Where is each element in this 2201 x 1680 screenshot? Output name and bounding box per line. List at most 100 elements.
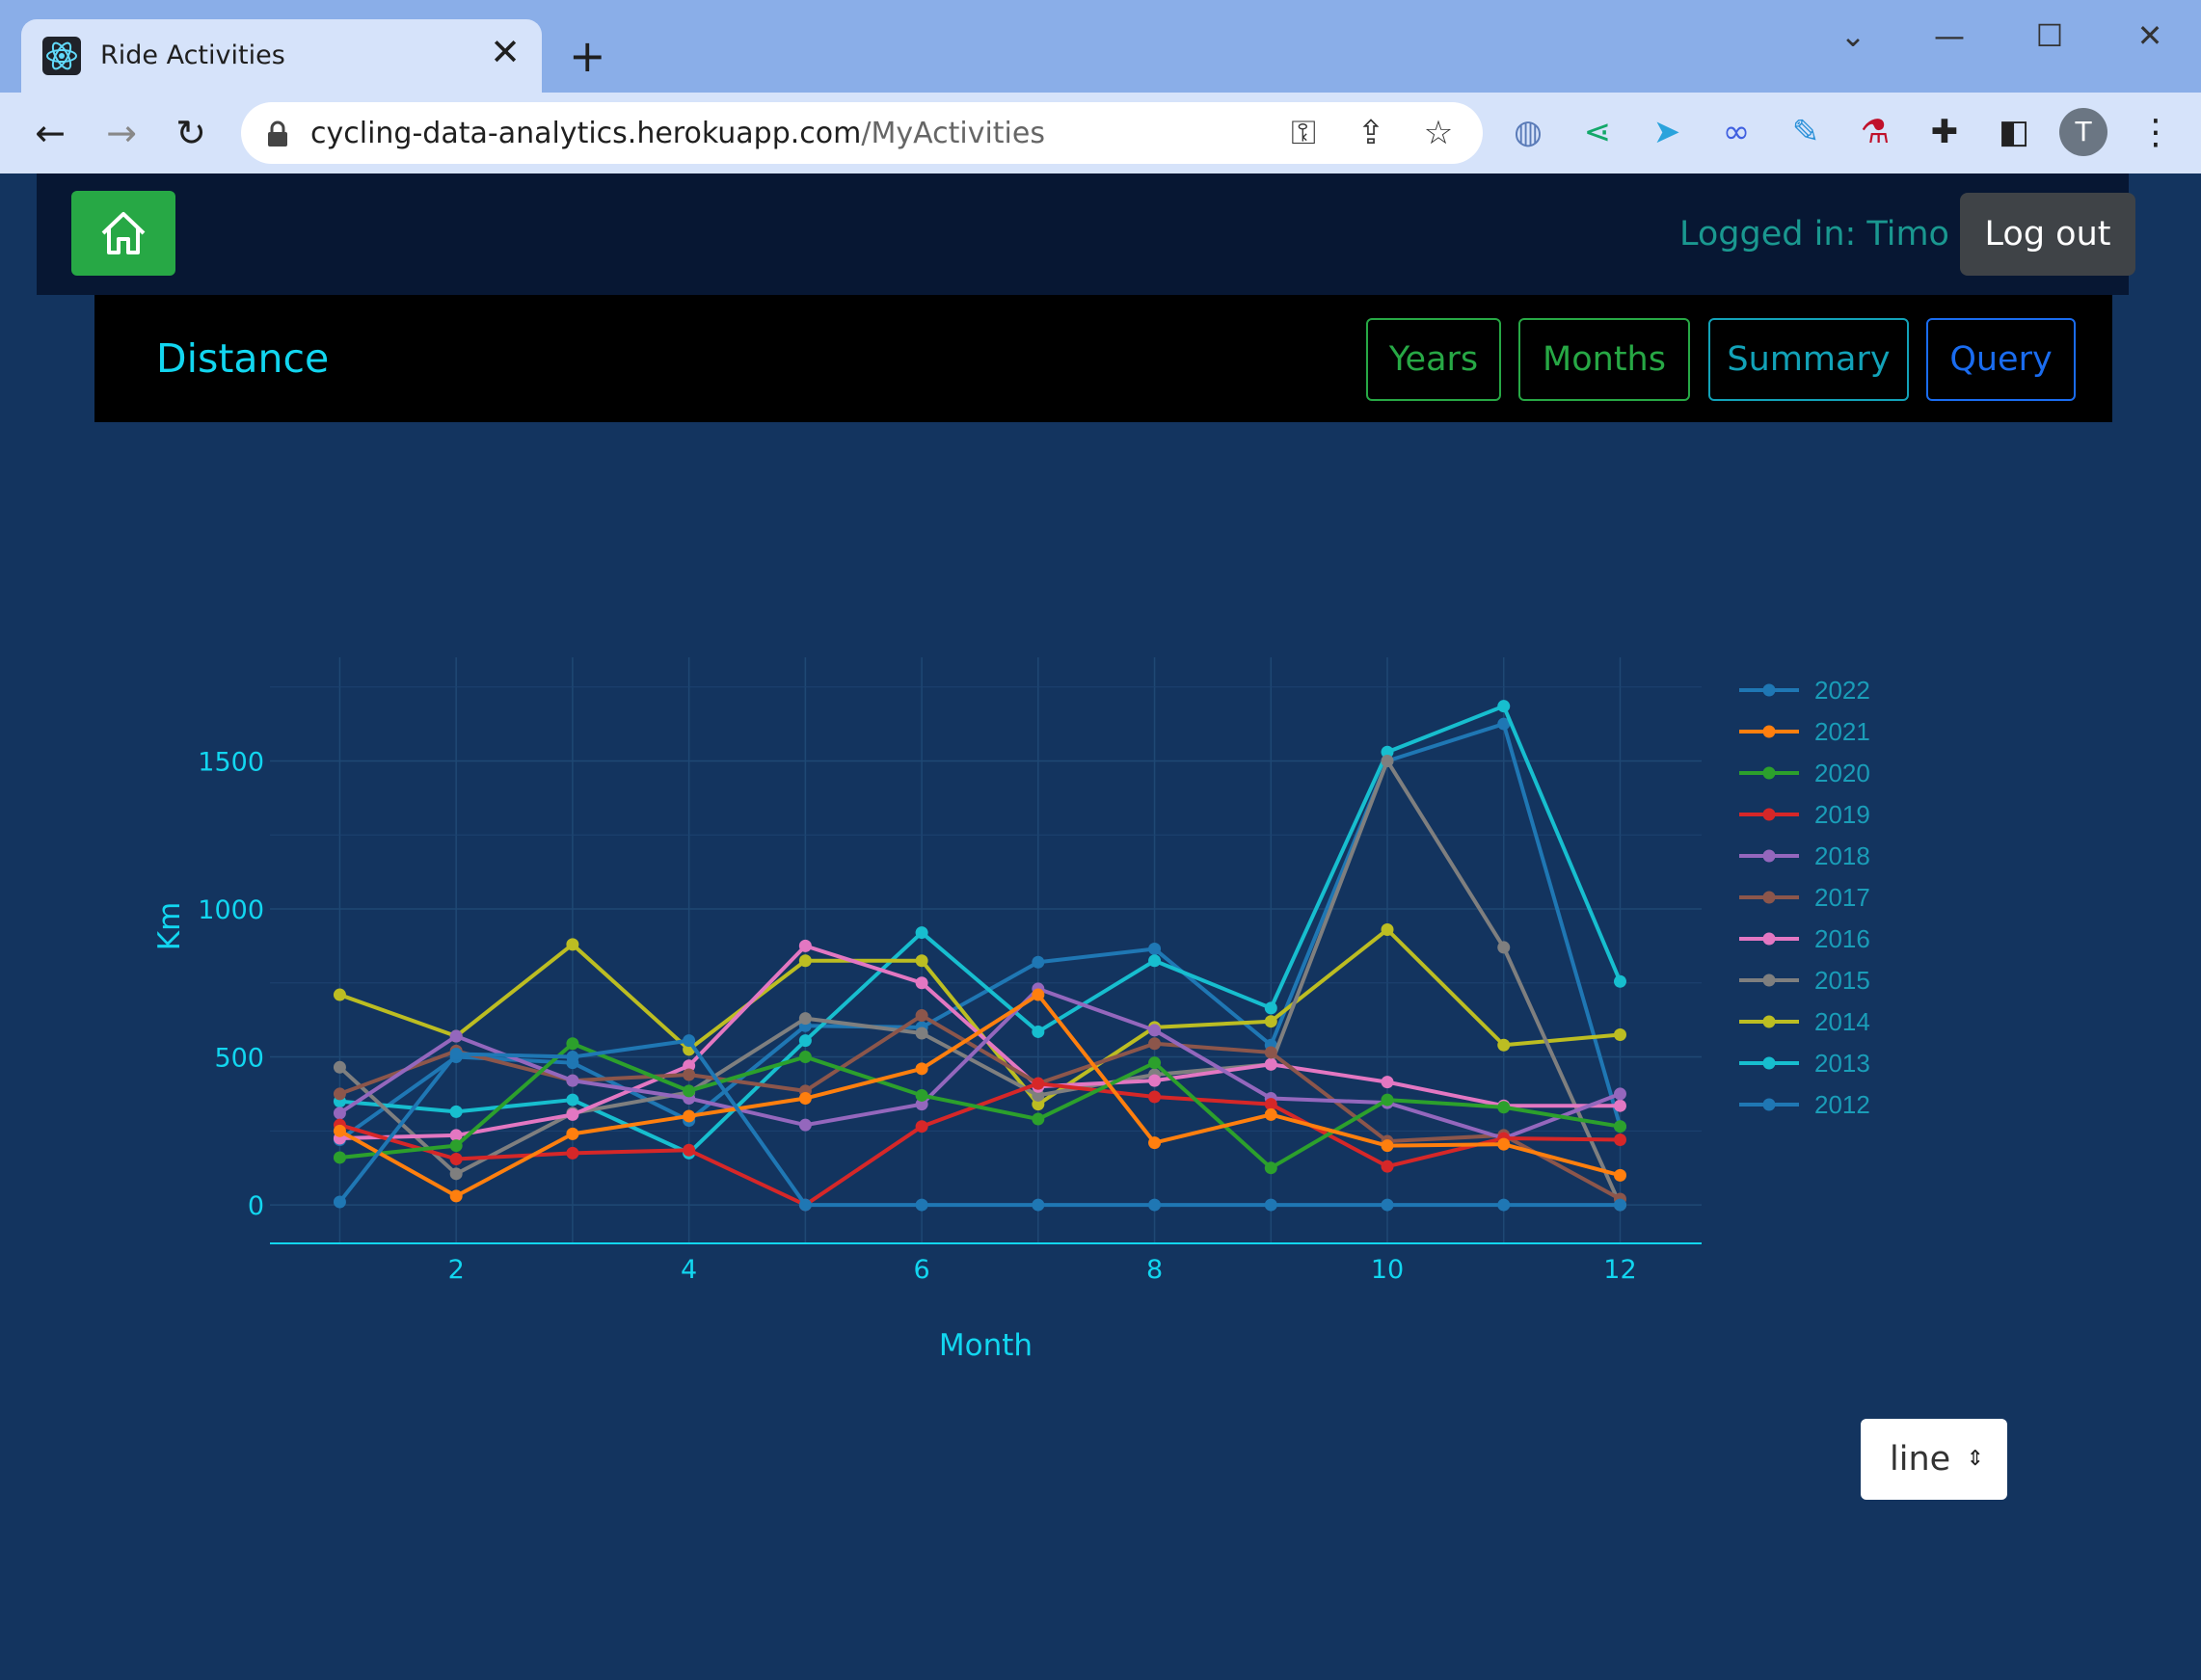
x-tick-label: 6	[914, 1255, 930, 1285]
data-point	[1497, 941, 1511, 954]
data-point	[1381, 1198, 1394, 1212]
profile-avatar[interactable]: T	[2059, 108, 2107, 156]
series-line	[339, 704, 1623, 1156]
legend-label: 2017	[1814, 883, 1870, 912]
data-point	[915, 1009, 928, 1023]
tab-close-icon[interactable]: ✕	[490, 33, 521, 71]
data-point	[449, 1189, 463, 1203]
browser-menu-icon[interactable]: ⋮	[2138, 106, 2173, 160]
data-point	[915, 954, 928, 968]
legend-swatch-point	[1762, 932, 1776, 946]
tab-search-icon[interactable]: ⌄	[1824, 12, 1882, 60]
legend-swatch-point	[1762, 973, 1776, 987]
legend-item-2012[interactable]: 2012	[1739, 1090, 1870, 1119]
data-point	[1264, 1107, 1277, 1121]
data-point	[1381, 1160, 1394, 1173]
key-icon[interactable]: ⚿	[1284, 114, 1323, 152]
data-point	[566, 1107, 579, 1121]
extensions-puzzle-icon[interactable]: ✚	[1922, 110, 1967, 154]
home-icon	[101, 212, 146, 254]
logout-button[interactable]: Log out	[1960, 193, 2135, 276]
data-point	[1264, 1015, 1277, 1028]
legend-item-2016[interactable]: 2016	[1739, 924, 1870, 953]
data-point	[915, 976, 928, 990]
side-panel-icon[interactable]: ◧	[1992, 110, 2036, 154]
data-point	[566, 1074, 579, 1087]
legend-swatch-point	[1762, 1056, 1776, 1070]
legend-item-2022[interactable]: 2022	[1739, 676, 1870, 705]
legend-item-2020[interactable]: 2020	[1739, 759, 1870, 787]
new-tab-button[interactable]: +	[569, 29, 606, 83]
data-point	[1613, 1120, 1626, 1133]
lock-icon	[268, 120, 287, 147]
minimize-icon[interactable]: —	[1920, 12, 1978, 60]
legend-item-2019[interactable]: 2019	[1739, 800, 1870, 829]
x-tick-label: 10	[1371, 1255, 1404, 1285]
data-point	[915, 1198, 928, 1212]
legend-item-2013[interactable]: 2013	[1739, 1049, 1870, 1078]
browser-toolbar: ← → ↻ cycling-data-analytics.herokuapp.c…	[0, 93, 2201, 173]
chart-axes: 2 4 6 8 10 12 0 500 1000 1500 Month Km	[152, 747, 1702, 1363]
legend-item-2021[interactable]: 2021	[1739, 717, 1870, 746]
data-point	[915, 1062, 928, 1076]
months-button[interactable]: Months	[1518, 318, 1690, 401]
reload-icon[interactable]: ↻	[164, 106, 218, 160]
data-point	[333, 1151, 346, 1164]
back-icon[interactable]: ←	[23, 106, 77, 160]
data-point	[1264, 1057, 1277, 1071]
telegram-icon[interactable]: ➤	[1645, 110, 1689, 154]
data-point	[333, 1195, 346, 1209]
legend-item-2018[interactable]: 2018	[1739, 841, 1870, 870]
home-button[interactable]	[71, 191, 175, 276]
legend-item-2015[interactable]: 2015	[1739, 966, 1870, 995]
legend-swatch-point	[1762, 849, 1776, 863]
bookmark-star-icon[interactable]: ☆	[1419, 114, 1458, 152]
x-tick-label: 4	[681, 1255, 697, 1285]
legend-label: 2018	[1814, 841, 1870, 870]
series-2021	[333, 988, 1626, 1203]
window-close-icon[interactable]: ✕	[2121, 12, 2179, 60]
data-point	[1613, 1133, 1626, 1147]
data-point	[1381, 923, 1394, 937]
share-extension-icon[interactable]: ⋖	[1575, 110, 1620, 154]
extension-icon-1[interactable]: ◍	[1506, 110, 1550, 154]
data-point	[798, 1034, 812, 1048]
data-point	[1148, 1056, 1162, 1070]
data-point	[1613, 1168, 1626, 1182]
link-extension-icon[interactable]: ∞	[1714, 110, 1758, 154]
y-tick-label: 1000	[198, 895, 264, 925]
legend-item-2014[interactable]: 2014	[1739, 1007, 1870, 1036]
data-point	[1381, 754, 1394, 767]
y-tick-label: 0	[248, 1191, 264, 1221]
chart-type-value: line	[1890, 1440, 1951, 1479]
data-point	[1032, 1025, 1045, 1038]
data-point	[798, 939, 812, 952]
forward-icon[interactable]: →	[94, 106, 148, 160]
data-point	[1264, 1198, 1277, 1212]
browser-tab[interactable]: Ride Activities ✕	[21, 19, 542, 93]
query-button[interactable]: Query	[1926, 318, 2076, 401]
x-tick-label: 12	[1603, 1255, 1636, 1285]
highlighter-icon[interactable]: ✎	[1784, 110, 1828, 154]
legend-item-2017[interactable]: 2017	[1739, 883, 1870, 912]
data-point	[1497, 1101, 1511, 1114]
data-point	[683, 1109, 696, 1123]
data-point	[449, 1152, 463, 1165]
chart-legend[interactable]: 2022 2021 2020 2019 2018 2017 2016 2015 2014 2013…	[1739, 676, 1870, 1119]
data-point	[1613, 1087, 1626, 1101]
years-button[interactable]: Years	[1366, 318, 1501, 401]
share-icon[interactable]: ⇪	[1352, 114, 1390, 152]
legend-swatch-point	[1762, 891, 1776, 904]
y-tick-label: 500	[214, 1044, 264, 1074]
x-tick-label: 2	[448, 1255, 465, 1285]
data-point	[1613, 1099, 1626, 1112]
legend-swatch-point	[1762, 683, 1776, 697]
summary-button[interactable]: Summary	[1708, 318, 1909, 401]
logged-in-label: Logged in: Timo	[1679, 215, 1949, 253]
legend-swatch-point	[1762, 1098, 1776, 1111]
data-point	[1148, 942, 1162, 955]
address-bar[interactable]: cycling-data-analytics.herokuapp.com/MyA…	[241, 102, 1483, 164]
color-picker-icon[interactable]: ⚗	[1853, 110, 1897, 154]
chart-type-select[interactable]: line ⇕	[1861, 1419, 2007, 1500]
maximize-icon[interactable]: ☐	[2021, 12, 2079, 60]
